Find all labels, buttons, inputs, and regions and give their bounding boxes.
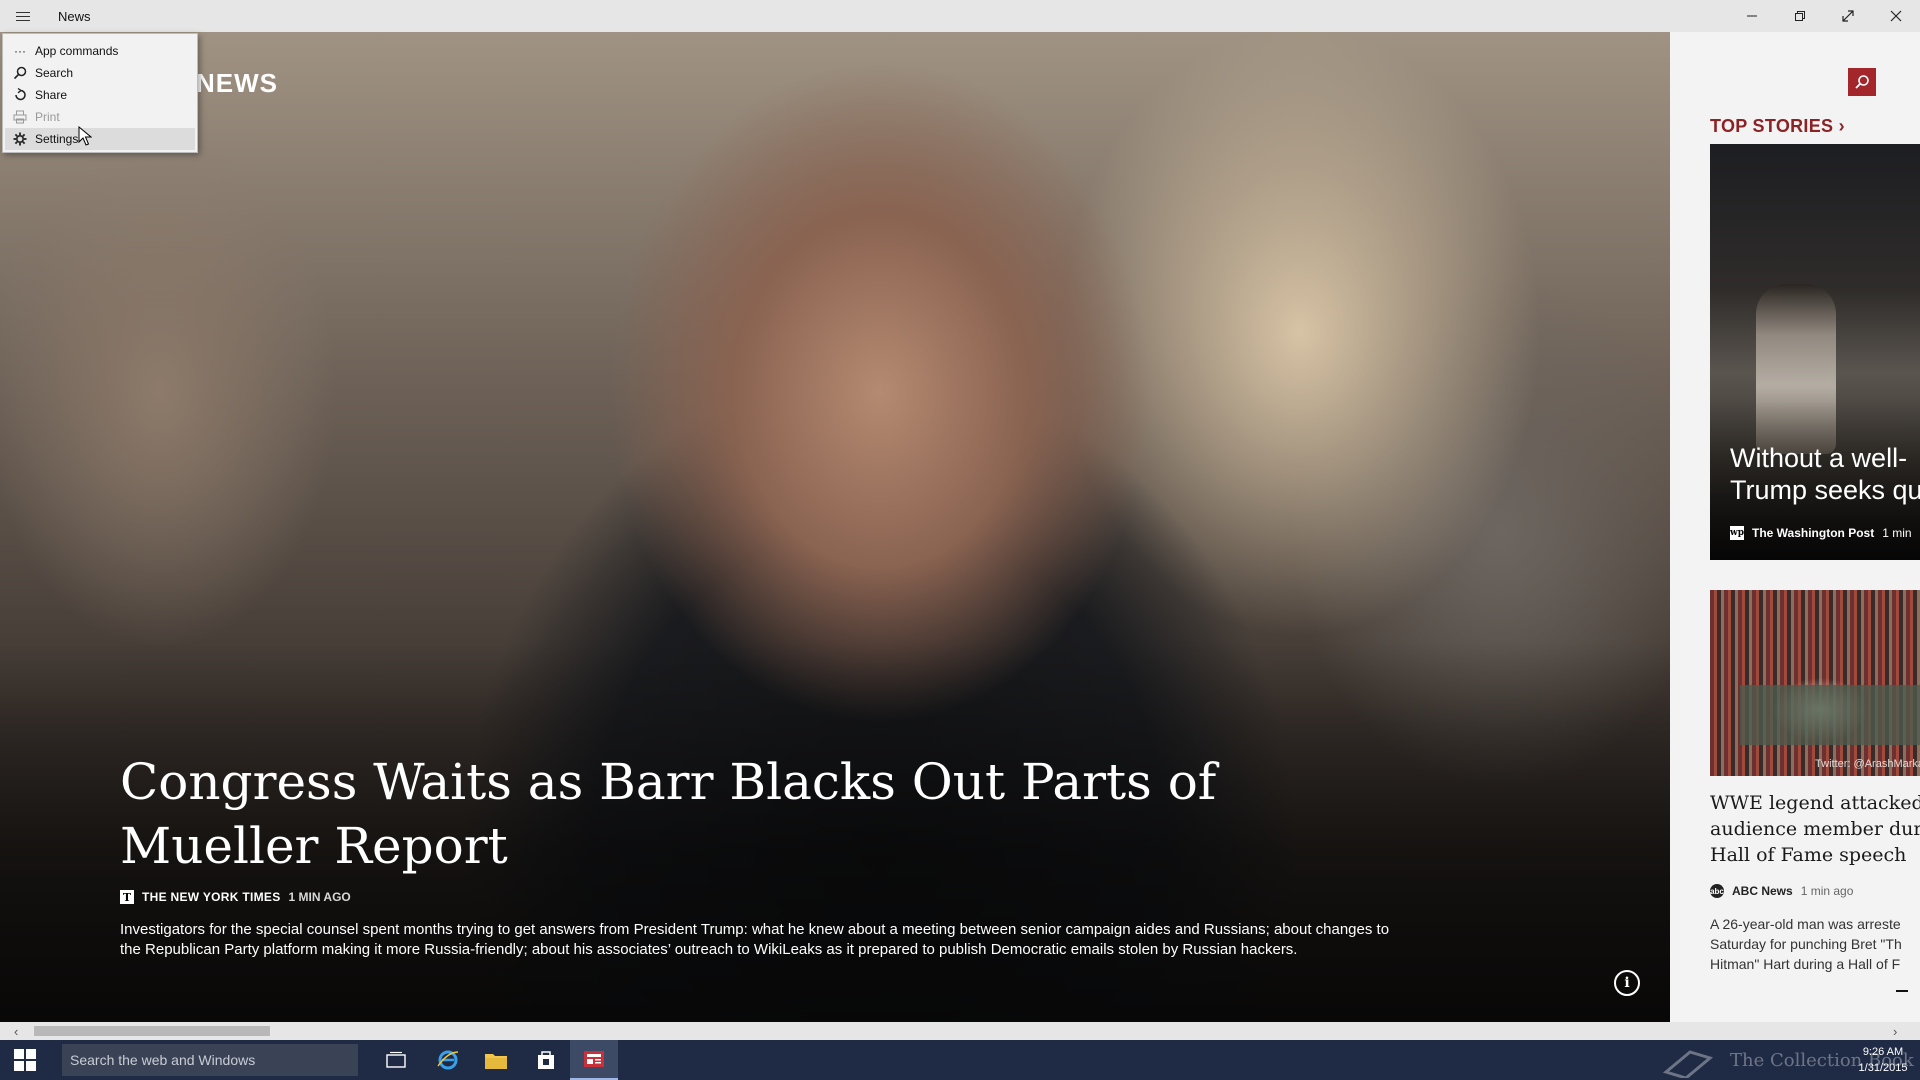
- search-icon: [13, 66, 27, 80]
- arena-ring: [1740, 685, 1920, 745]
- scroll-left-icon[interactable]: ‹: [14, 1024, 18, 1039]
- top-stories-label: TOP STORIES: [1710, 116, 1834, 136]
- hero-article[interactable]: NEWS Congress Waits as Barr Blacks Out P…: [0, 32, 1670, 1022]
- window-title: News: [58, 8, 91, 24]
- top-stories-link[interactable]: TOP STORIES ›: [1710, 116, 1845, 137]
- story-card-1-source: wp The Washington Post 1 min: [1730, 526, 1912, 540]
- clock-time: 9:26 AM: [1862, 1046, 1904, 1058]
- story-card-2-image-caption: Twitter: @ArashMarka: [1815, 758, 1920, 770]
- menu-item-label: Search: [35, 66, 74, 80]
- info-icon: i: [1624, 975, 1630, 991]
- story-card-2-summary: A 26-year-old man was arreste Saturday f…: [1710, 916, 1902, 972]
- menu-item-label: App commands: [35, 44, 119, 58]
- hamburger-menu-button[interactable]: [0, 0, 46, 32]
- story-card-1-source-name: The Washington Post: [1752, 526, 1875, 540]
- menu-item-label: Settings: [35, 132, 79, 146]
- clock-date: 1/31/2015: [1858, 1062, 1908, 1074]
- gear-icon: [13, 132, 27, 146]
- app-logo: NEWS: [196, 68, 278, 98]
- story-card-1-title: Without a well- Trump seeks qu: [1730, 443, 1920, 505]
- collection-book-logo-icon: [1662, 1050, 1714, 1078]
- abc-news-logo-icon: abc: [1710, 884, 1724, 898]
- story-card-2-title[interactable]: WWE legend attacked audience member dur …: [1710, 790, 1920, 868]
- print-icon: [13, 110, 27, 124]
- close-button[interactable]: [1872, 0, 1920, 32]
- fullscreen-icon: [1842, 10, 1854, 22]
- folder-icon: [485, 1054, 507, 1069]
- mouse-cursor-icon: [78, 126, 92, 146]
- hero-source-name: THE NEW YORK TIMES: [142, 890, 281, 904]
- window-controls: [1728, 0, 1920, 32]
- story-card-2-source: abc ABC News 1 min ago: [1710, 884, 1853, 898]
- hero-summary: Investigators for the special counsel sp…: [120, 921, 1390, 958]
- store-button[interactable]: [522, 1040, 570, 1080]
- taskbar: Search the web and Windows The Collectio…: [0, 1040, 1920, 1080]
- store-icon: [538, 1051, 554, 1069]
- title-bar: News: [0, 0, 1920, 32]
- internet-explorer-button[interactable]: [424, 1040, 472, 1080]
- minimize-icon: [1747, 15, 1757, 17]
- washington-post-logo-icon: wp: [1729, 526, 1745, 540]
- restore-button[interactable]: [1776, 0, 1824, 32]
- horizontal-scrollbar[interactable]: ‹ ›: [0, 1022, 1920, 1040]
- hamburger-icon: [16, 15, 30, 17]
- nyt-logo-icon: T: [120, 890, 134, 904]
- right-panel: TOP STORIES › Without a well- Trump seek…: [1670, 32, 1920, 1022]
- file-explorer-button[interactable]: [472, 1040, 520, 1080]
- menu-item-app-commands[interactable]: ··· App commands: [3, 40, 197, 62]
- close-icon: [1890, 10, 1902, 22]
- story-card-2-source-time: 1 min ago: [1800, 884, 1854, 898]
- taskbar-clock[interactable]: 9:26 AM 1/31/2015: [1848, 1044, 1918, 1076]
- search-button[interactable]: [1848, 68, 1876, 96]
- chevron-right-icon: ›: [1838, 116, 1845, 136]
- more-icon: ···: [14, 44, 26, 58]
- task-view-button[interactable]: [372, 1040, 420, 1080]
- windows-logo-icon: [14, 1049, 36, 1071]
- story-card-2-image[interactable]: Twitter: @ArashMarka: [1710, 590, 1920, 776]
- menu-item-label: Print: [35, 110, 60, 124]
- menu-item-settings[interactable]: Settings: [5, 128, 195, 150]
- menu-item-search[interactable]: Search: [3, 62, 197, 84]
- hero-source-time: 1 MIN AGO: [288, 890, 351, 904]
- app-commands-menu: ··· App commands Search Share Print Sett…: [2, 33, 198, 153]
- story-card-2-source-name: ABC News: [1732, 884, 1793, 898]
- news-icon: [584, 1051, 604, 1067]
- restore-icon: [1795, 11, 1805, 21]
- start-button[interactable]: [0, 1040, 50, 1080]
- scrollbar-thumb[interactable]: [34, 1026, 270, 1036]
- minimize-button[interactable]: [1728, 0, 1776, 32]
- zoom-out-button[interactable]: [1896, 990, 1908, 992]
- info-button[interactable]: i: [1614, 970, 1640, 996]
- notification-area: [1660, 1040, 1716, 1080]
- share-icon: [15, 88, 26, 101]
- search-icon: [1855, 75, 1869, 89]
- scroll-right-icon[interactable]: ›: [1893, 1024, 1897, 1039]
- internet-explorer-icon: [437, 1050, 459, 1070]
- hero-headline[interactable]: Congress Waits as Barr Blacks Out Parts …: [120, 750, 1400, 878]
- taskbar-search-box[interactable]: Search the web and Windows: [62, 1044, 358, 1076]
- hero-source: T THE NEW YORK TIMES 1 MIN AGO: [120, 890, 351, 904]
- menu-item-label: Share: [35, 88, 68, 102]
- story-card-1-source-time: 1 min: [1882, 526, 1912, 540]
- news-app-taskbar-button[interactable]: [570, 1040, 618, 1080]
- menu-item-share[interactable]: Share: [3, 84, 197, 106]
- menu-item-print: Print: [3, 106, 197, 128]
- task-view-icon: [386, 1051, 406, 1068]
- fullscreen-button[interactable]: [1824, 0, 1872, 32]
- story-card-1[interactable]: Without a well- Trump seeks qu wp The Wa…: [1710, 144, 1920, 560]
